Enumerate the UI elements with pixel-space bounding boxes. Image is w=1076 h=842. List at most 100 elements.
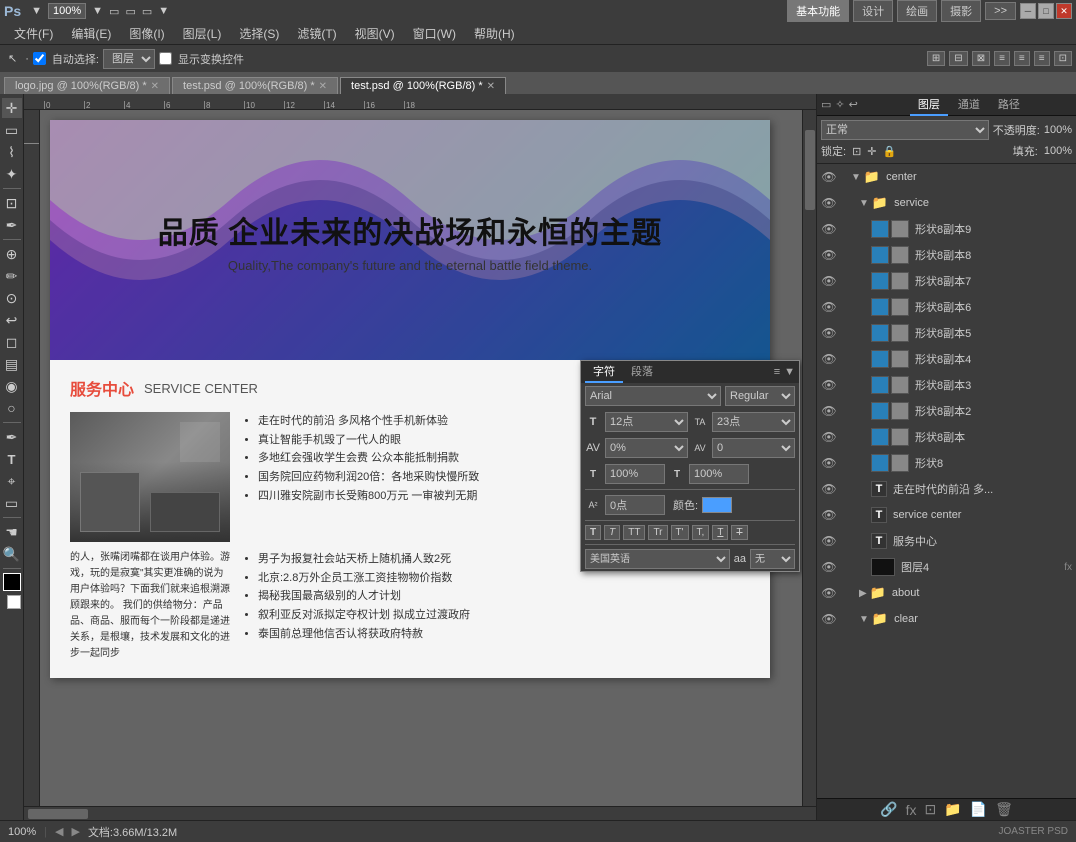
scrollbar-horizontal[interactable]: [24, 806, 816, 820]
layer-clear-group[interactable]: 👁 ▼ 📁 clear: [817, 606, 1076, 632]
scroll-thumb-v[interactable]: [805, 130, 815, 210]
style-strikethrough-btn[interactable]: T: [731, 525, 747, 540]
lasso-tool[interactable]: ⌇: [2, 142, 22, 162]
char-tab-paragraph[interactable]: 段落: [623, 361, 661, 383]
layer-shape-5[interactable]: 👁 形状8副本4: [817, 346, 1076, 372]
add-style-btn[interactable]: fx: [906, 802, 917, 818]
minimize-btn[interactable]: ─: [1020, 3, 1036, 19]
layer-shape-0[interactable]: 👁 形状8副本9: [817, 216, 1076, 242]
eye-clear[interactable]: 👁: [821, 611, 837, 627]
show-transform-checkbox[interactable]: [159, 52, 172, 65]
scrollbar-vertical[interactable]: [802, 110, 816, 806]
layer-text-headline[interactable]: 👁 T 走在时代的前沿 多...: [817, 476, 1076, 502]
eye-headline[interactable]: 👁: [821, 481, 837, 497]
tab-test1[interactable]: test.psd @ 100%(RGB/8) * ✕: [172, 77, 338, 94]
layer-shape-3[interactable]: 👁 形状8副本6: [817, 294, 1076, 320]
eye-about[interactable]: 👁: [821, 585, 837, 601]
eye-shape-5[interactable]: 👁: [821, 351, 837, 367]
menu-view[interactable]: 视图(V): [347, 23, 403, 44]
font-family-select[interactable]: Arial: [585, 386, 721, 406]
eye-service[interactable]: 👁: [821, 195, 837, 211]
menu-image[interactable]: 图像(I): [121, 23, 172, 44]
layer-service-group[interactable]: 👁 ▼ 📁 service: [817, 190, 1076, 216]
mode-paint-btn[interactable]: 绘画: [897, 0, 937, 22]
language-select[interactable]: 美国英语: [585, 549, 730, 569]
kerning-select[interactable]: 0: [712, 438, 795, 458]
eye-shape-6[interactable]: 👁: [821, 377, 837, 393]
new-layer-btn[interactable]: 📄: [970, 801, 987, 818]
layer-shape-4[interactable]: 👁 形状8副本5: [817, 320, 1076, 346]
eye-shape-8[interactable]: 👁: [821, 429, 837, 445]
char-panel-options[interactable]: ▼: [784, 366, 795, 378]
tracking-select[interactable]: 0%: [605, 438, 688, 458]
layer-text-service-center[interactable]: 👁 T service center: [817, 502, 1076, 528]
mode-design-btn[interactable]: 设计: [853, 0, 893, 22]
stamp-tool[interactable]: ⊙: [2, 288, 22, 308]
magic-wand-tool[interactable]: ✦: [2, 164, 22, 184]
expand-clear[interactable]: ▼: [859, 614, 869, 625]
layer-center-group[interactable]: 👁 ▼ 📁 center: [817, 164, 1076, 190]
eye-shape-4[interactable]: 👁: [821, 325, 837, 341]
tab-close-0[interactable]: ✕: [151, 81, 159, 92]
eye-layer4[interactable]: 👁: [821, 559, 837, 575]
status-nav-next[interactable]: ▶: [71, 825, 79, 838]
channels-tab[interactable]: 通道: [950, 94, 988, 116]
align-right-btn[interactable]: ⊠: [972, 51, 990, 66]
foreground-color[interactable]: [3, 573, 21, 591]
tab-logo[interactable]: logo.jpg @ 100%(RGB/8) * ✕: [4, 77, 170, 94]
tab-close-2[interactable]: ✕: [487, 81, 495, 92]
path-tool[interactable]: ⌖: [2, 471, 22, 491]
maximize-btn[interactable]: □: [1038, 3, 1054, 19]
eye-shape-3[interactable]: 👁: [821, 299, 837, 315]
tool-arrow-icon[interactable]: ↖: [4, 51, 21, 66]
align-middle-btn[interactable]: ≡: [1014, 51, 1030, 66]
menu-window[interactable]: 窗口(W): [405, 23, 464, 44]
align-bottom-btn[interactable]: ≡: [1034, 51, 1050, 66]
eye-shape-9[interactable]: 👁: [821, 455, 837, 471]
crop-tool[interactable]: ⊡: [2, 193, 22, 213]
lock-pixels-icon[interactable]: ⊡: [852, 145, 861, 158]
layer-shape-9[interactable]: 👁 形状8: [817, 450, 1076, 476]
new-group-btn[interactable]: 📁: [944, 801, 961, 818]
layer-layer4[interactable]: 👁 图层4 fx: [817, 554, 1076, 580]
view-icon1[interactable]: ▭: [109, 5, 119, 18]
style-small-caps-btn[interactable]: Tr: [648, 525, 667, 540]
lock-move-icon[interactable]: ✛: [867, 145, 876, 158]
font-style-select[interactable]: Regular: [725, 386, 795, 406]
style-underline-btn[interactable]: T: [712, 525, 728, 540]
layer-about-group[interactable]: 👁 ▶ 📁 about: [817, 580, 1076, 606]
zoom-tool[interactable]: 🔍: [2, 544, 22, 564]
menu-file[interactable]: 文件(F): [6, 23, 61, 44]
view-icon2[interactable]: ▭: [125, 5, 135, 18]
layers-tab[interactable]: 图层: [910, 94, 948, 116]
eye-center[interactable]: 👁: [821, 169, 837, 185]
marquee-tool[interactable]: ▭: [2, 120, 22, 140]
link-layers-btn[interactable]: 🔗: [880, 801, 897, 818]
eye-shape-1[interactable]: 👁: [821, 247, 837, 263]
color-swatch[interactable]: [702, 497, 732, 513]
eye-service-cn[interactable]: 👁: [821, 533, 837, 549]
eye-shape-2[interactable]: 👁: [821, 273, 837, 289]
layer-shape-8[interactable]: 👁 形状8副本: [817, 424, 1076, 450]
distribute-btn[interactable]: ⊡: [1054, 51, 1072, 66]
auto-select-dropdown[interactable]: 图层 组: [103, 49, 155, 69]
layer-text-service-cn[interactable]: 👁 T 服务中心: [817, 528, 1076, 554]
layer-shape-6[interactable]: 👁 形状8副本3: [817, 372, 1076, 398]
lock-all-icon[interactable]: 🔒: [883, 145, 897, 158]
baseline-input[interactable]: [605, 495, 665, 515]
menu-help[interactable]: 帮助(H): [466, 23, 523, 44]
eyedropper-tool[interactable]: ✒: [2, 215, 22, 235]
style-italic-btn[interactable]: T: [604, 525, 620, 540]
style-bold-btn[interactable]: T: [585, 525, 601, 540]
eye-shape-7[interactable]: 👁: [821, 403, 837, 419]
pen-tool[interactable]: ✒: [2, 427, 22, 447]
view-icon3[interactable]: ▭: [142, 5, 152, 18]
blur-tool[interactable]: ◉: [2, 376, 22, 396]
style-super-btn[interactable]: T': [671, 525, 689, 540]
expand-center[interactable]: ▼: [851, 172, 861, 183]
brush-tool[interactable]: ✏: [2, 266, 22, 286]
dodge-tool[interactable]: ○: [2, 398, 22, 418]
leading-select[interactable]: 23点: [712, 412, 795, 432]
align-top-btn[interactable]: ≡: [994, 51, 1010, 66]
delete-layer-btn[interactable]: 🗑: [995, 801, 1013, 818]
